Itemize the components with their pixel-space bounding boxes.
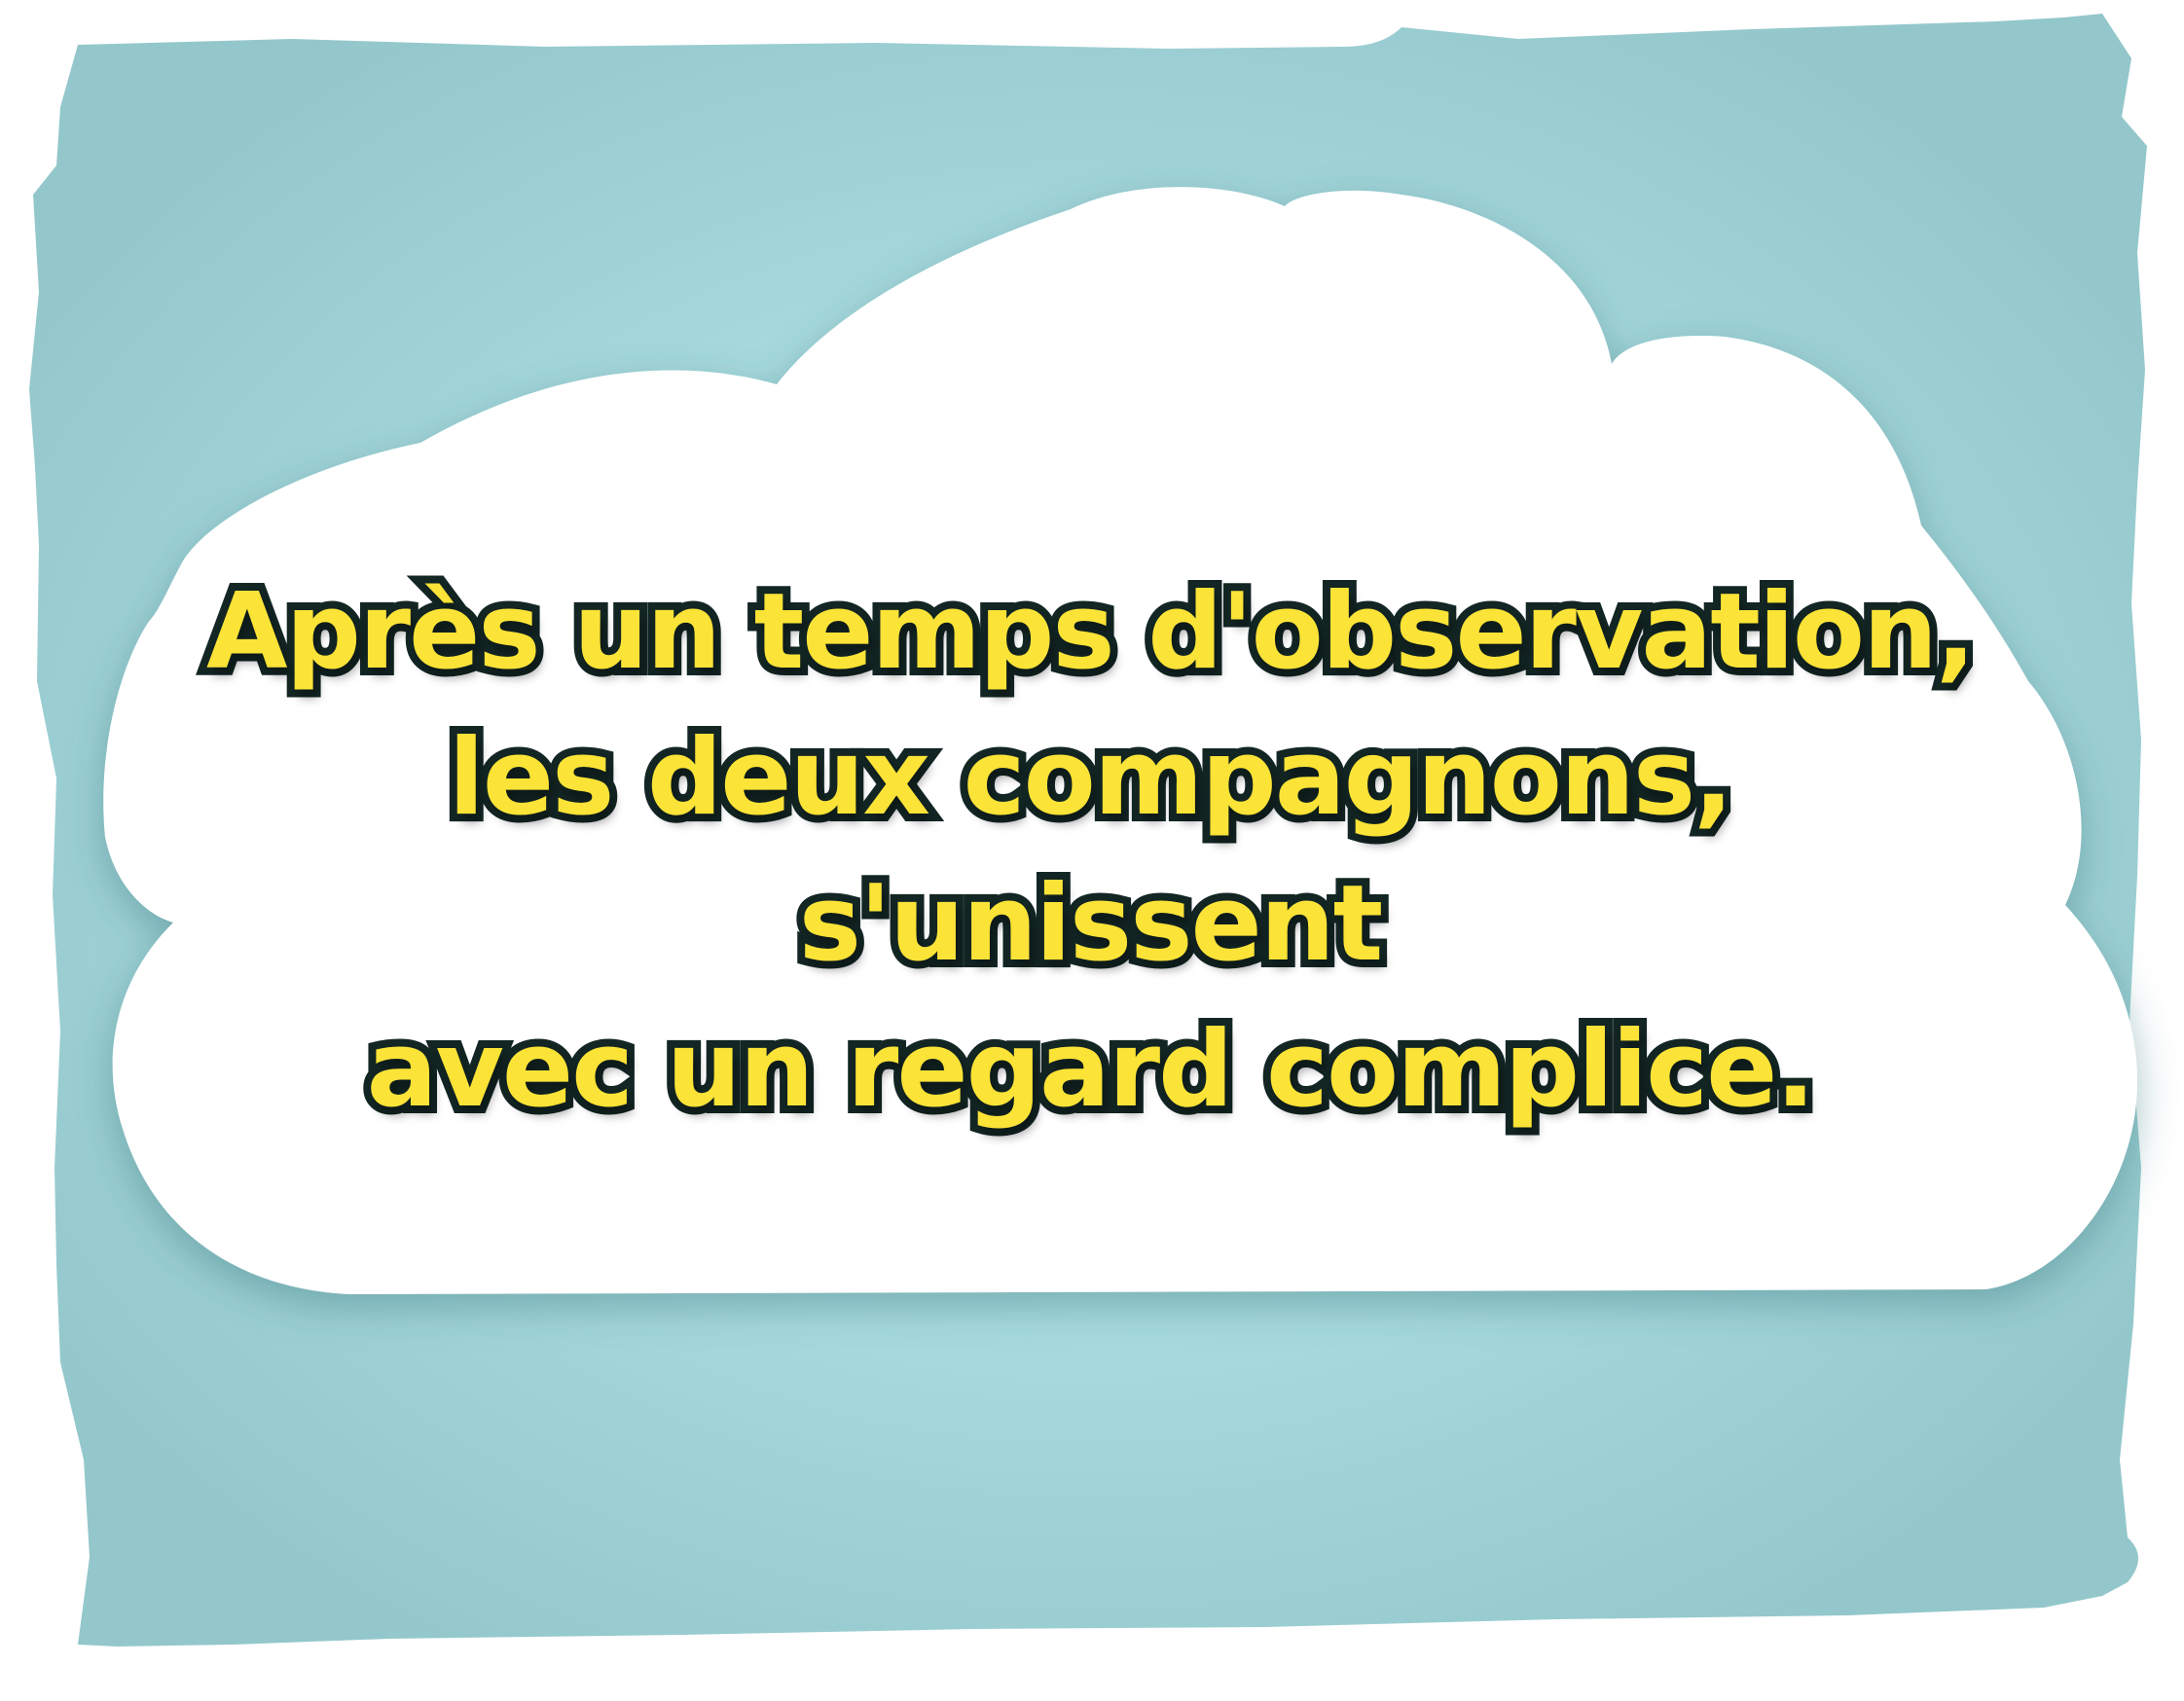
caption-line-4: avec un regard complice. (359, 1001, 1824, 1139)
caption-line-3: s'unissent (791, 855, 1391, 993)
illustration-page: Après un temps d'observation, les deux c… (0, 0, 2184, 1701)
caption-line-2: les deux compagnons, (441, 709, 1741, 847)
story-caption: Après un temps d'observation, les deux c… (127, 560, 2054, 1143)
caption-line-1: Après un temps d'observation, (199, 563, 1984, 701)
